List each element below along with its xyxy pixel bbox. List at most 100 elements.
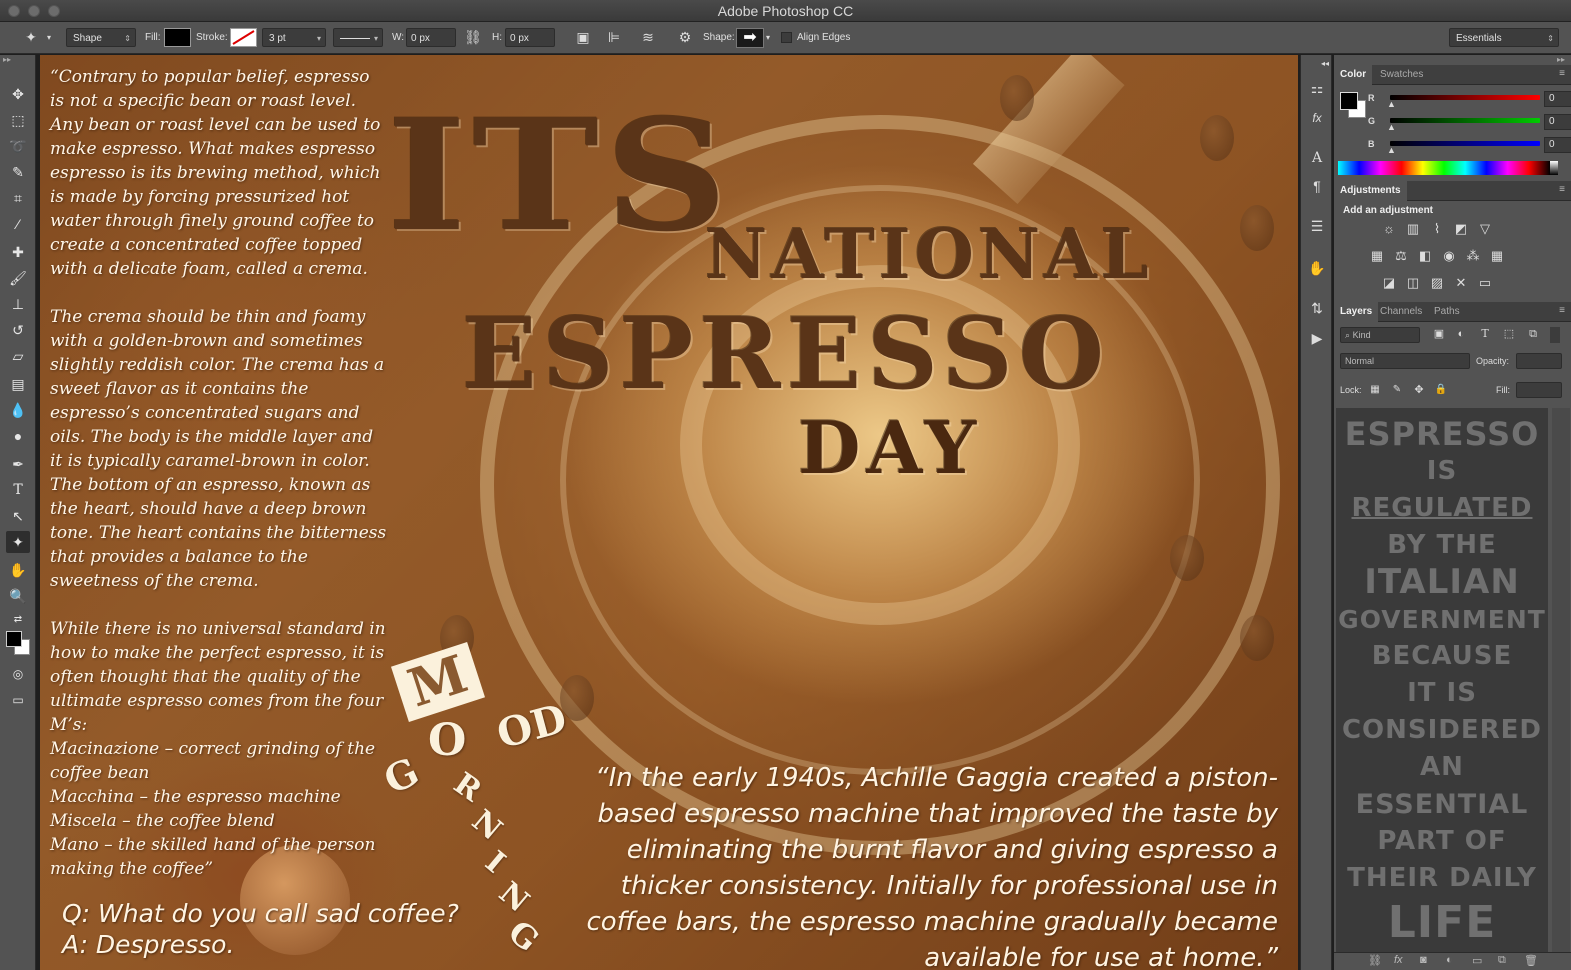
panel-menu-icon[interactable]: ≡ — [1559, 305, 1565, 316]
layer-filter-kind-select[interactable]: ⌕ Kind — [1340, 327, 1420, 343]
shape-layer-filter-icon[interactable]: ⬚ — [1500, 326, 1518, 342]
custom-shape-tool-button[interactable]: ✦ — [6, 531, 30, 553]
brush-tool-icon[interactable]: 🖌 — [6, 267, 30, 289]
shape-dropdown-icon[interactable]: ▾ — [764, 28, 772, 47]
selective-color-icon[interactable]: ✕ — [1452, 275, 1470, 291]
stroke-swatch[interactable] — [230, 28, 257, 47]
exposure-icon[interactable]: ◩ — [1452, 221, 1470, 237]
swap-colors-icon[interactable]: ⇄ — [6, 609, 30, 631]
green-slider-track[interactable] — [1390, 118, 1540, 123]
panel-menu-icon[interactable]: ≡ — [1559, 184, 1565, 195]
eyedropper-tool-icon[interactable]: ⁄ — [6, 213, 30, 235]
color-lookup-icon[interactable]: ▦ — [1488, 248, 1506, 264]
red-slider[interactable]: R ▲ 0 — [1368, 91, 1571, 111]
tool-preset-dropdown-icon[interactable]: ▾ — [44, 28, 54, 47]
clone-stamp-tool-icon[interactable]: ⊥ — [6, 293, 30, 315]
threshold-icon[interactable]: ▨ — [1428, 275, 1446, 291]
pen-tool-icon[interactable]: ✒ — [6, 453, 30, 475]
gradient-tool-icon[interactable]: ▤ — [6, 373, 30, 395]
tab-adjustments[interactable]: Adjustments — [1334, 181, 1407, 201]
brightness-contrast-icon[interactable]: ☼ — [1380, 221, 1398, 237]
dodge-tool-icon[interactable]: ● — [6, 425, 30, 447]
shape-picker[interactable]: ➡ — [736, 28, 764, 48]
link-layers-icon[interactable]: ⛓ — [1368, 954, 1382, 967]
properties-panel-icon[interactable]: ☰ — [1305, 215, 1329, 237]
slider-handle-icon[interactable]: ▲ — [1387, 122, 1396, 132]
new-group-icon[interactable]: ▭ — [1472, 954, 1482, 967]
paragraph-panel-icon[interactable]: ¶ — [1305, 175, 1329, 197]
lasso-tool-icon[interactable]: ➰ — [6, 135, 30, 157]
tab-paths[interactable]: Paths — [1428, 302, 1466, 322]
styles-panel-icon[interactable]: fx — [1305, 107, 1329, 129]
slider-handle-icon[interactable]: ▲ — [1387, 145, 1396, 155]
collapse-dock-icon[interactable]: ◂◂ — [1305, 53, 1329, 75]
add-mask-icon[interactable]: ◙ — [1420, 954, 1427, 966]
collapse-tools-icon[interactable]: ▸▸ — [3, 55, 11, 64]
blend-mode-select[interactable]: Normal — [1340, 353, 1470, 369]
levels-icon[interactable]: ▥ — [1404, 221, 1422, 237]
opacity-input[interactable] — [1516, 353, 1562, 369]
gradient-map-icon[interactable]: ▭ — [1476, 275, 1494, 291]
tab-channels[interactable]: Channels — [1374, 302, 1428, 322]
blue-value-input[interactable]: 0 — [1544, 137, 1571, 153]
play-actions-icon[interactable]: ▶ — [1305, 327, 1329, 349]
path-selection-tool-icon[interactable]: ↖ — [6, 505, 30, 527]
lock-transparency-icon[interactable]: ▦ — [1366, 382, 1384, 398]
blue-slider[interactable]: B ▲ 0 — [1368, 137, 1571, 157]
stroke-type-select[interactable]: ▾ — [333, 28, 383, 47]
red-slider-track[interactable] — [1390, 95, 1540, 100]
lock-pixels-icon[interactable]: ✎ — [1388, 382, 1406, 398]
color-balance-icon[interactable]: ⚖ — [1392, 248, 1410, 264]
fill-swatch[interactable] — [164, 28, 191, 47]
hand-tool-icon[interactable]: ✋ — [6, 559, 30, 581]
black-white-ramp[interactable] — [1550, 161, 1558, 175]
layer-style-icon[interactable]: fx — [1394, 954, 1403, 966]
vibrance-icon[interactable]: ▽ — [1476, 221, 1494, 237]
curves-icon[interactable]: ⌇ — [1428, 221, 1446, 237]
adjustment-layer-filter-icon[interactable]: ◐ — [1452, 326, 1470, 342]
channel-mixer-icon[interactable]: ⁂ — [1464, 248, 1482, 264]
path-operations-icon[interactable]: ▣ — [573, 28, 593, 47]
tab-color[interactable]: Color — [1334, 65, 1373, 85]
height-input[interactable]: 0 px — [505, 28, 555, 47]
smart-object-filter-icon[interactable]: ⧉ — [1524, 326, 1542, 342]
type-layer-filter-icon[interactable]: T — [1476, 326, 1494, 342]
marquee-tool-icon[interactable]: ⬚ — [6, 109, 30, 131]
tab-swatches[interactable]: Swatches — [1374, 65, 1429, 85]
layers-scrollbar[interactable] — [1552, 408, 1570, 970]
actions-panel-icon[interactable]: ⇅ — [1305, 297, 1329, 319]
tool-mode-select[interactable]: Shape ⇕ — [66, 28, 136, 47]
blur-tool-icon[interactable]: 💧 — [6, 399, 30, 421]
filter-toggle[interactable] — [1550, 327, 1560, 343]
slider-handle-icon[interactable]: ▲ — [1387, 99, 1396, 109]
lock-position-icon[interactable]: ✥ — [1410, 382, 1428, 398]
pixel-layer-filter-icon[interactable]: ▣ — [1430, 326, 1448, 342]
workspace-select[interactable]: Essentials ⇕ — [1449, 28, 1559, 47]
custom-shape-tool-icon[interactable]: ✦ — [20, 28, 42, 47]
move-tool-icon[interactable]: ✥ — [6, 83, 30, 105]
tab-layers[interactable]: Layers — [1334, 302, 1379, 322]
lock-all-icon[interactable]: 🔒 — [1432, 382, 1450, 398]
gear-icon[interactable]: ⚙ — [675, 28, 695, 47]
delete-layer-icon[interactable]: 🗑 — [1524, 954, 1538, 967]
healing-brush-tool-icon[interactable]: ✚ — [6, 241, 30, 263]
eraser-tool-icon[interactable]: ▱ — [6, 345, 30, 367]
path-arrangement-icon[interactable]: ≋ — [638, 28, 658, 47]
link-icon[interactable]: ⛓ — [463, 28, 483, 47]
history-panel-icon[interactable]: ⚏ — [1305, 77, 1329, 99]
type-tool-icon[interactable]: T — [6, 479, 30, 501]
green-slider[interactable]: G ▲ 0 — [1368, 114, 1571, 134]
panel-menu-icon[interactable]: ≡ — [1559, 68, 1565, 79]
character-panel-icon[interactable]: A — [1305, 147, 1329, 169]
align-edges-checkbox[interactable] — [781, 32, 792, 43]
stroke-width-field[interactable]: 3 pt ▾ — [262, 28, 326, 47]
tool-presets-panel-icon[interactable]: ✋ — [1305, 257, 1329, 279]
zoom-tool-icon[interactable]: 🔍 — [6, 585, 30, 607]
history-brush-tool-icon[interactable]: ↺ — [6, 319, 30, 341]
screen-mode-icon[interactable]: ▭ — [6, 689, 30, 711]
foreground-color-swatch[interactable] — [6, 631, 22, 647]
document-canvas[interactable]: “Contrary to popular belief, espresso is… — [40, 55, 1298, 970]
fill-input[interactable] — [1516, 382, 1562, 398]
posterize-icon[interactable]: ◫ — [1404, 275, 1422, 291]
new-fill-layer-icon[interactable]: ◐ — [1446, 954, 1453, 966]
